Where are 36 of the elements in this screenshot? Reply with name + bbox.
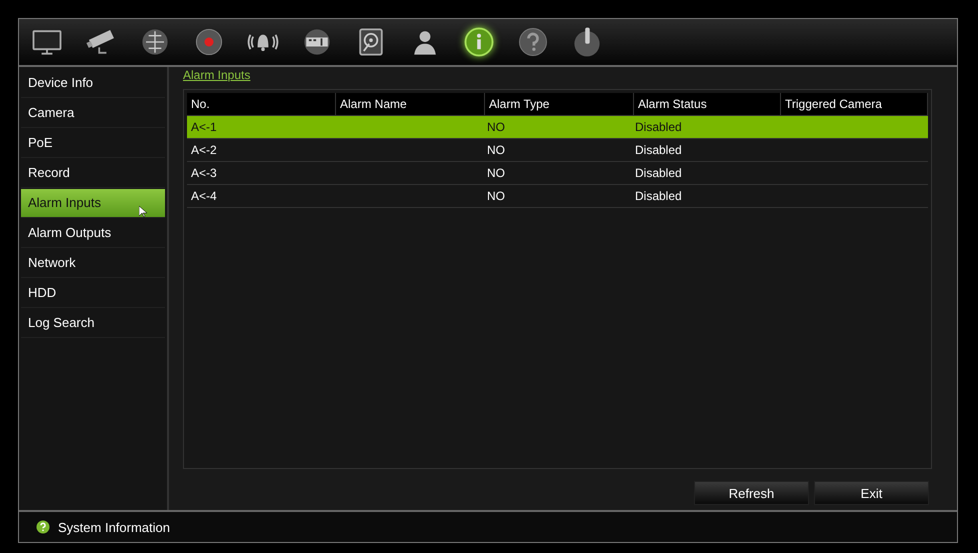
sidebar-item[interactable]: Record <box>21 159 165 188</box>
sidebar-item[interactable]: Alarm Outputs <box>21 219 165 248</box>
page-title: Alarm Inputs <box>183 67 250 84</box>
table-cell: NO <box>487 143 505 157</box>
table-cell: A<-2 <box>191 143 217 157</box>
table-cell: NO <box>487 189 505 203</box>
table-cell: Disabled <box>635 189 682 203</box>
table-cell: A<-1 <box>191 120 217 134</box>
column-header[interactable]: No. <box>187 93 336 115</box>
column-header[interactable]: Alarm Status <box>634 93 781 115</box>
status-text: System Information <box>58 520 170 534</box>
table-cell: NO <box>487 120 505 134</box>
column-header[interactable]: Alarm Type <box>485 93 634 115</box>
action-button[interactable]: Exit <box>814 481 929 505</box>
column-header[interactable]: Triggered Camera <box>781 93 928 115</box>
help-icon <box>36 520 50 534</box>
table-row[interactable]: A<-1 NO Disabled <box>187 116 928 139</box>
cursor-icon <box>139 206 147 218</box>
sidebar-item[interactable]: Camera <box>21 99 165 128</box>
table-row[interactable]: A<-2 NO Disabled <box>187 139 928 162</box>
table-cell: Disabled <box>635 166 682 180</box>
table-cell: NO <box>487 166 505 180</box>
table-cell: A<-3 <box>191 166 217 180</box>
table-row[interactable]: A<-3 NO Disabled <box>187 162 928 185</box>
sidebar-item[interactable]: Network <box>21 249 165 278</box>
table-cell: Disabled <box>635 143 682 157</box>
sidebar-item[interactable]: HDD <box>21 279 165 308</box>
action-button[interactable]: Refresh <box>694 481 809 505</box>
column-header[interactable]: Alarm Name <box>336 93 485 115</box>
sidebar-item[interactable]: Device Info <box>21 69 165 98</box>
table-row[interactable]: A<-4 NO Disabled <box>187 185 928 208</box>
table-cell: Disabled <box>635 120 682 134</box>
sidebar-item[interactable]: Alarm Inputs <box>21 189 165 218</box>
sidebar-item[interactable]: Log Search <box>21 309 165 338</box>
sidebar-item[interactable]: PoE <box>21 129 165 158</box>
table-cell: A<-4 <box>191 189 217 203</box>
